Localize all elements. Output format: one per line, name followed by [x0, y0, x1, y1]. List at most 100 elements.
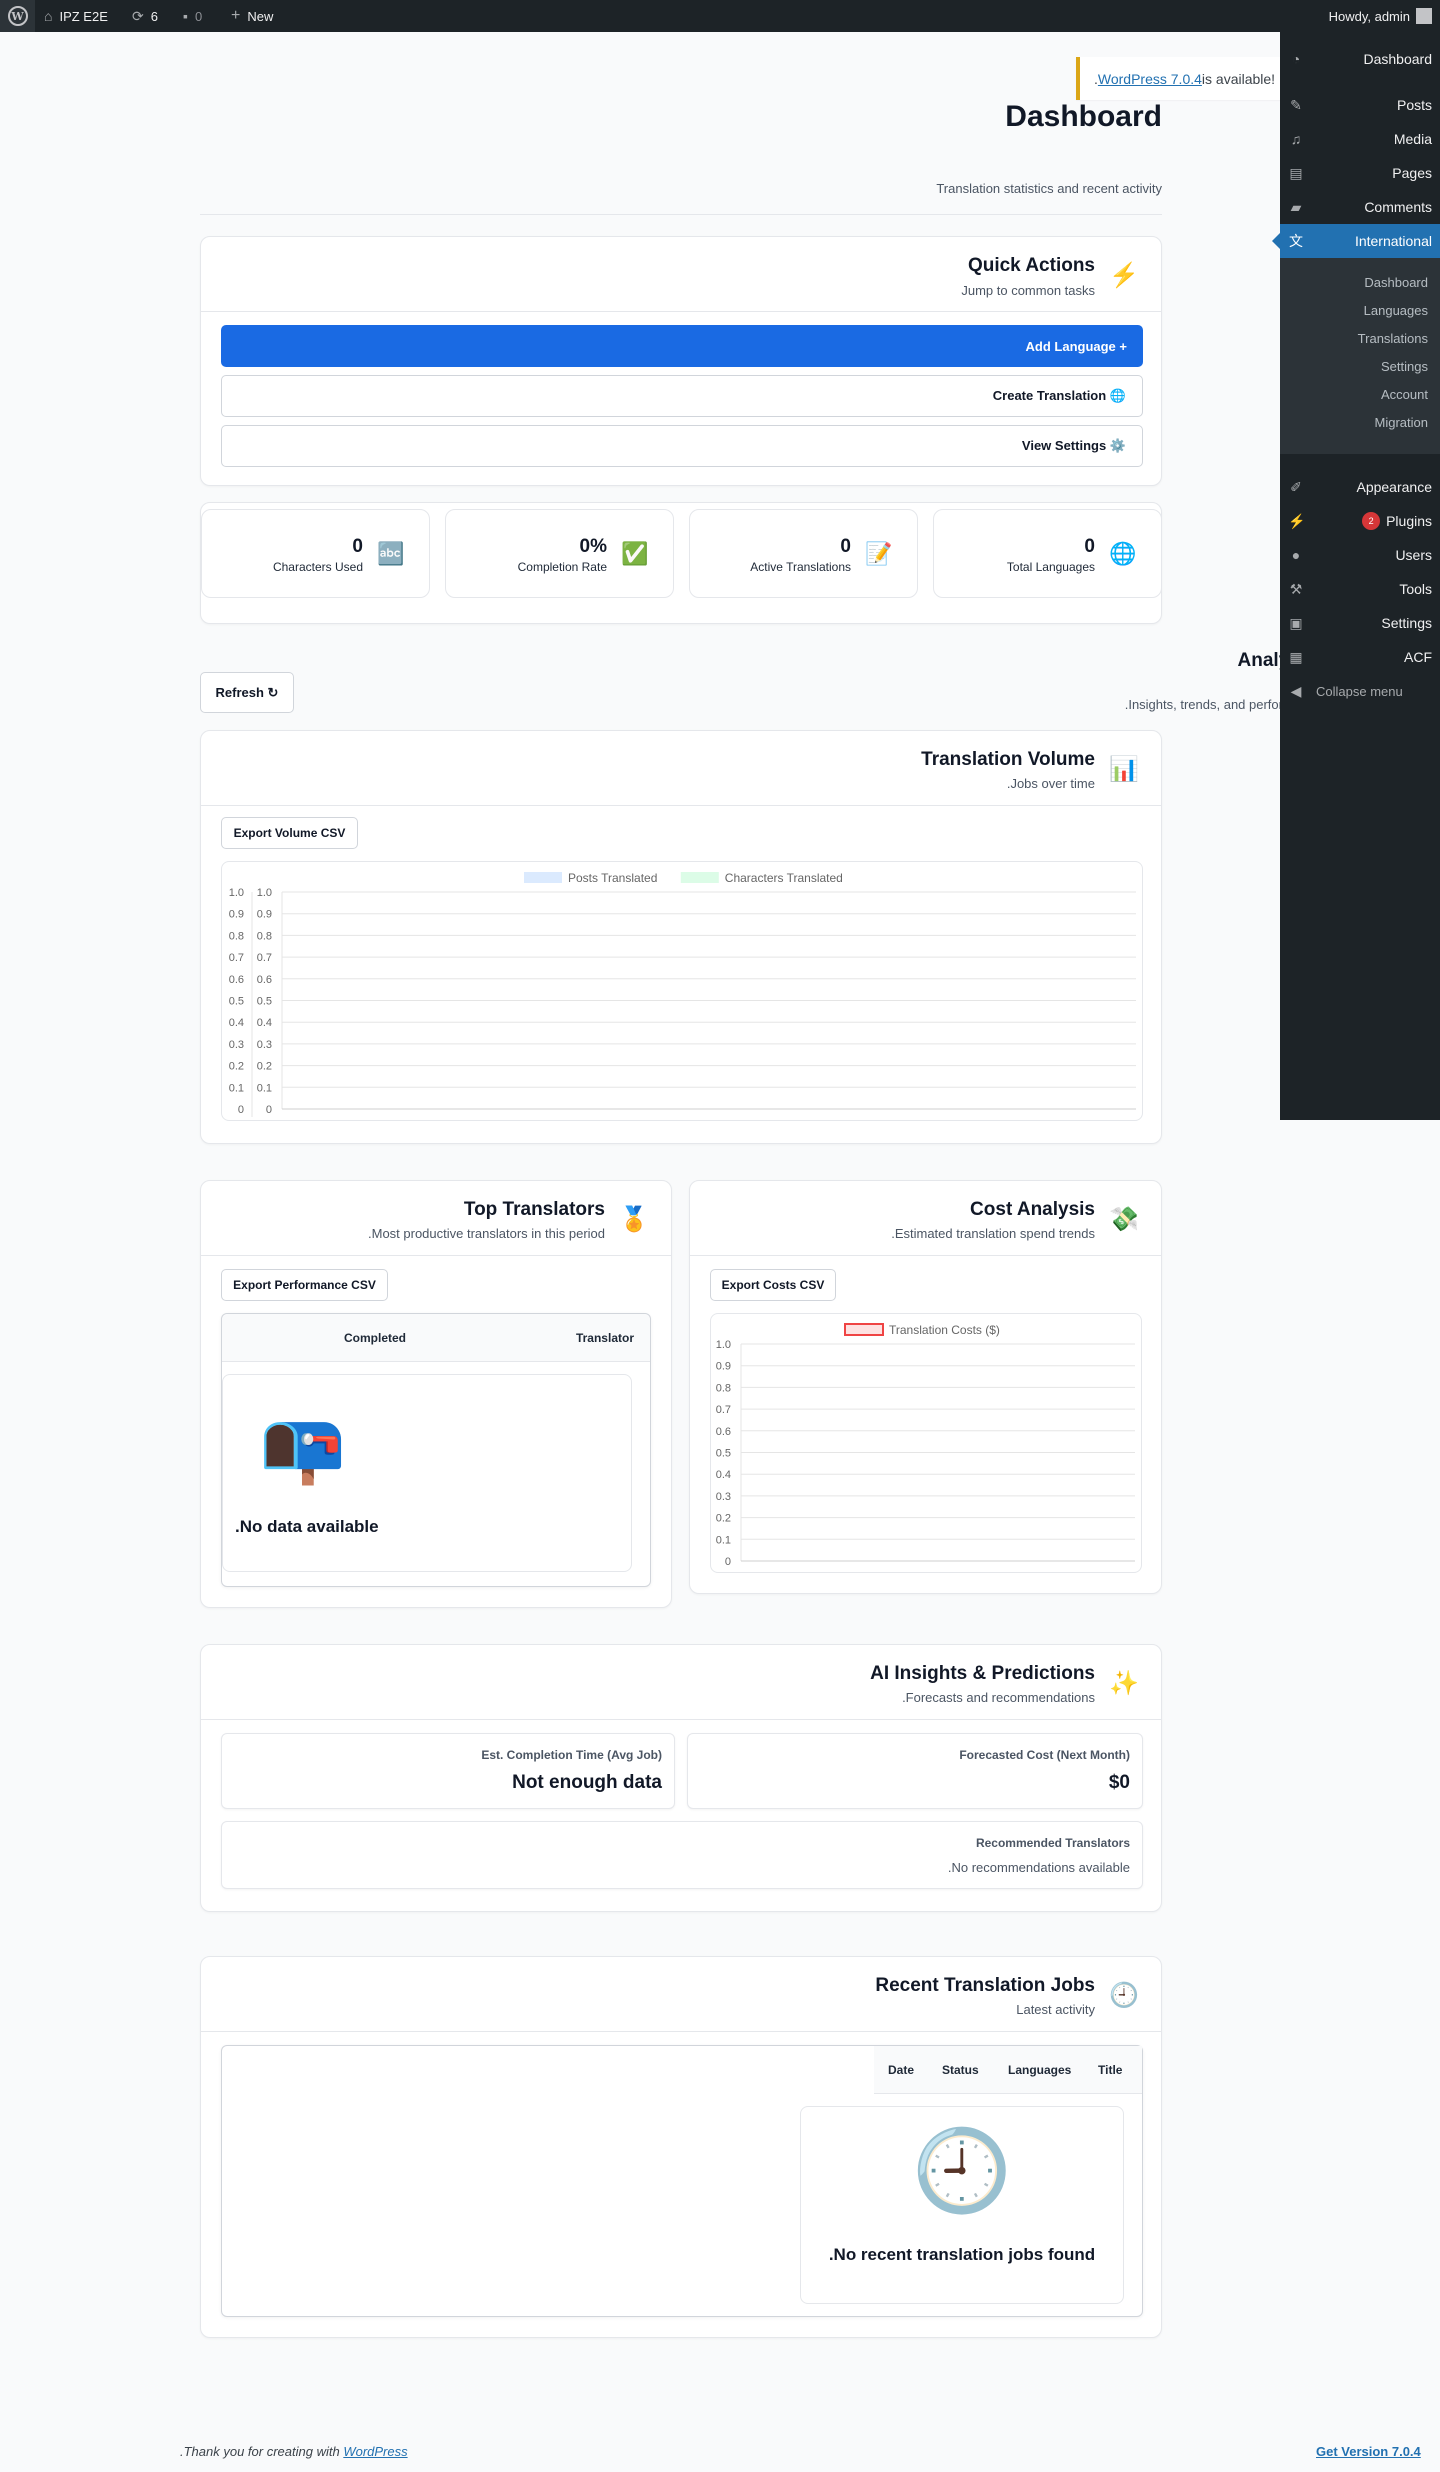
column-title[interactable]: Title	[1098, 2063, 1122, 2077]
user-icon: ●	[1291, 547, 1301, 563]
menu-international[interactable]: 文 International	[1272, 224, 1440, 258]
y-tick-label: 0.7	[229, 952, 244, 964]
cost-analysis-card: Cost Analysis .Estimated translation spe…	[689, 1180, 1162, 1594]
card-divider	[201, 2031, 1161, 2032]
footer-thanks-text: .Thank you for creating with	[180, 2444, 344, 2459]
menu-posts[interactable]: ✎ Posts	[1280, 88, 1440, 122]
submenu-migration[interactable]: Migration	[1280, 408, 1440, 436]
wordpress-logo-icon[interactable]: W	[0, 0, 35, 32]
empty-state: 🕘 .No recent translation jobs found	[800, 2106, 1124, 2304]
page-title: Dashboard	[1005, 100, 1162, 133]
menu-media[interactable]: ♫ Media	[1280, 122, 1440, 156]
collapse-menu-button[interactable]: ◀ Collapse menu	[1280, 674, 1440, 708]
menu-users[interactable]: ● Users	[1280, 538, 1440, 572]
card-subtitle: Jump to common tasks	[961, 283, 1095, 298]
y-tick-label: 1.0	[229, 887, 244, 899]
dashboard-icon: ◔	[1291, 51, 1301, 67]
get-version-link[interactable]: Get Version 7.0.4	[1316, 2444, 1440, 2459]
menu-dashboard[interactable]: ◔ Dashboard	[1280, 42, 1440, 76]
column-translator[interactable]: Translator	[576, 1331, 634, 1345]
menu-plugins[interactable]: ⚡ 2 Plugins	[1280, 504, 1440, 538]
refresh-button[interactable]: Refresh ↻	[200, 672, 294, 713]
y-tick-label: 0.1	[257, 1082, 272, 1094]
clock-icon: 🕘	[1109, 1982, 1139, 2009]
menu-acf[interactable]: ▦ ACF	[1280, 640, 1440, 674]
update-link[interactable]: WordPress 7.0.4	[1098, 71, 1202, 87]
menu-tools[interactable]: ⚒ Tools	[1280, 572, 1440, 606]
insight-label: Forecasted Cost (Next Month)	[959, 1748, 1130, 1762]
menu-comments[interactable]: ▰ Comments	[1280, 190, 1440, 224]
column-languages[interactable]: Languages	[1008, 2063, 1071, 2077]
new-content-link[interactable]: + New	[231, 0, 273, 32]
updates-link[interactable]: ⟳ 6	[132, 0, 158, 32]
submenu-languages[interactable]: Languages	[1280, 296, 1440, 324]
card-divider	[201, 805, 1161, 806]
wordpress-link[interactable]: WordPress	[343, 2444, 407, 2459]
site-name-link[interactable]: ⌂ IPZ E2E	[44, 0, 108, 32]
column-date[interactable]: Date	[888, 2063, 914, 2077]
y-tick-label: 0.9	[229, 909, 244, 921]
stat-characters-used: 0 Characters Used 🔤	[201, 509, 430, 598]
collapse-icon: ◀	[1290, 683, 1302, 699]
settings-icon: ▣	[1289, 615, 1303, 631]
card-divider	[201, 311, 1161, 312]
recommended-translators-insight: Recommended Translators .No recommendati…	[221, 1821, 1143, 1889]
card-divider	[201, 1719, 1161, 1720]
menu-appearance[interactable]: ✐ Appearance	[1280, 470, 1440, 504]
legend-swatch	[844, 1323, 884, 1336]
menu-settings[interactable]: ▣ Settings	[1280, 606, 1440, 640]
submenu-account[interactable]: Account	[1280, 380, 1440, 408]
stat-total-languages: 0 Total Languages 🌐	[933, 509, 1162, 598]
wrench-icon: ⚒	[1289, 581, 1303, 597]
stat-value: 0	[352, 536, 363, 557]
plus-icon: +	[231, 7, 241, 24]
add-language-button[interactable]: Add Language +	[221, 325, 1143, 367]
translation-volume-card: Translation Volume .Jobs over time 📊 Exp…	[200, 730, 1162, 1144]
comment-icon: ▰	[1290, 199, 1302, 215]
insight-value: Not enough data	[512, 1772, 662, 1793]
create-translation-button[interactable]: Create Translation 🌐	[221, 375, 1143, 417]
card-title: Cost Analysis	[970, 1199, 1095, 1220]
footer-thanks: .Thank you for creating with WordPress	[180, 2444, 408, 2459]
legend-label: Posts Translated	[568, 871, 657, 885]
y-tick-label: 0.4	[229, 1017, 244, 1029]
recent-jobs-card: Recent Translation Jobs Latest activity …	[200, 1956, 1162, 2338]
view-settings-button[interactable]: View Settings ⚙️	[221, 425, 1143, 467]
y-tick-label: 0.4	[257, 1017, 272, 1029]
y-tick-label: 0.2	[716, 1513, 731, 1525]
column-status[interactable]: Status	[942, 2063, 979, 2077]
media-icon: ♫	[1290, 131, 1302, 147]
translation-icon: 文	[1289, 233, 1303, 249]
empty-message: .No data available	[235, 1517, 379, 1536]
volume-chart-svg: Posts Translated Characters Translated 1.0…	[229, 871, 1136, 1117]
export-costs-csv-button[interactable]: Export Costs CSV	[710, 1269, 836, 1301]
submenu-translations[interactable]: Translations	[1280, 324, 1440, 352]
comments-link[interactable]: ▪ 0	[183, 0, 202, 32]
legend-label: Translation Costs ($)	[889, 1323, 1000, 1337]
globe-icon: 🌐	[1109, 541, 1137, 566]
submenu-settings[interactable]: Settings	[1280, 352, 1440, 380]
y-tick-label: 0.9	[716, 1361, 731, 1373]
menu-pages[interactable]: ▤ Pages	[1280, 156, 1440, 190]
export-volume-csv-button[interactable]: Export Volume CSV	[221, 817, 358, 849]
new-label: New	[247, 8, 274, 24]
column-completed[interactable]: Completed	[344, 1331, 406, 1345]
notice-suffix: is available!	[1201, 70, 1276, 87]
comment-icon: ▪	[183, 8, 188, 24]
card-subtitle: .Estimated translation spend trends	[891, 1226, 1095, 1241]
card-title: Quick Actions	[967, 255, 1095, 276]
export-performance-csv-button[interactable]: Export Performance CSV	[221, 1269, 388, 1301]
plugins-update-badge: 2	[1362, 512, 1381, 530]
y-tick-label: 0	[266, 1104, 272, 1116]
menu-label: ACF	[1404, 649, 1432, 665]
card-subtitle: Latest activity	[1016, 2002, 1095, 2017]
account-menu[interactable]: Howdy, admin	[1329, 0, 1432, 32]
submenu-dashboard[interactable]: Dashboard	[1280, 268, 1440, 296]
stat-label: Characters Used	[272, 560, 363, 574]
site-name: IPZ E2E	[59, 8, 108, 24]
memo-icon: 📝	[865, 541, 893, 566]
menu-label: Posts	[1396, 97, 1432, 113]
menu-label: Comments	[1364, 199, 1432, 215]
stat-label: Total Languages	[1006, 560, 1095, 574]
completion-time-insight: Est. Completion Time (Avg Job) Not enoug…	[221, 1733, 675, 1809]
